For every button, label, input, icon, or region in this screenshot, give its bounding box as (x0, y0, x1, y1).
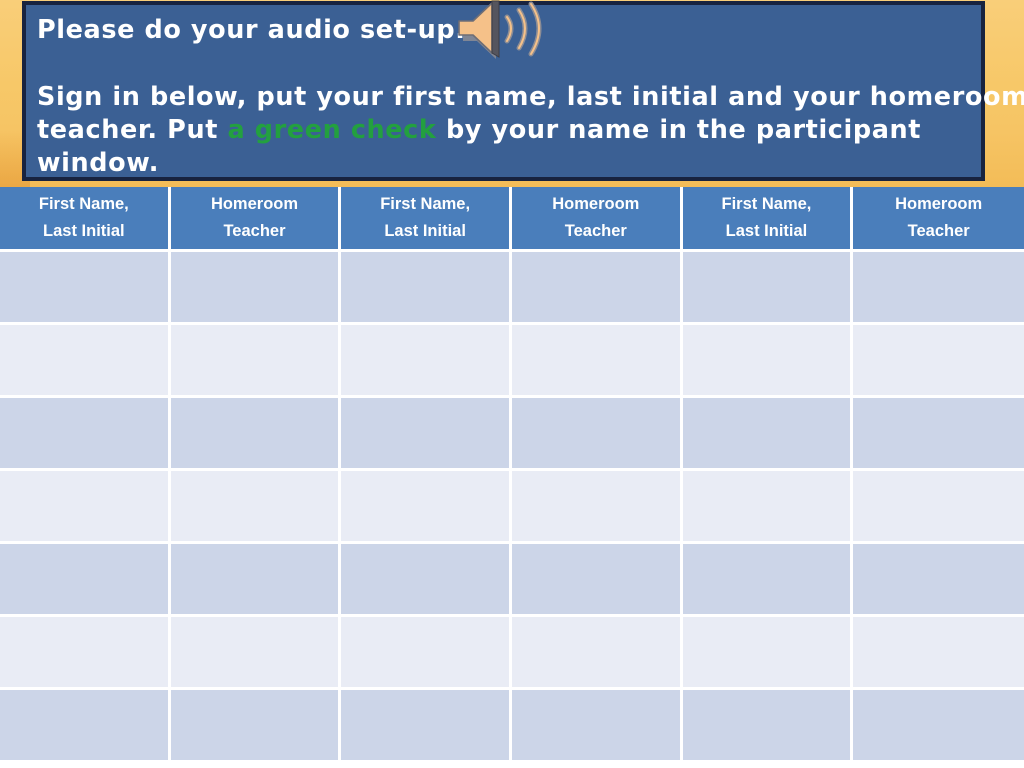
sign-in-cell[interactable] (341, 325, 512, 398)
sign-in-cell[interactable] (682, 617, 854, 690)
sign-in-cell[interactable] (682, 544, 854, 617)
sign-in-cell[interactable] (682, 252, 854, 325)
instruction-line-audio-setup: Please do your audio set-up. (37, 15, 466, 45)
table-row (0, 544, 1024, 617)
instruction-line-sign-in: Sign in below, put your first name, last… (37, 82, 1024, 112)
sign-in-cell[interactable] (853, 471, 1024, 544)
sign-in-cell[interactable] (853, 252, 1024, 325)
sign-in-cell[interactable] (341, 398, 512, 471)
column-header-first-name-1: First Name, Last Initial (0, 187, 171, 252)
sign-in-table-header: First Name, Last Initial Homeroom Teache… (0, 187, 1024, 252)
sign-in-cell[interactable] (853, 544, 1024, 617)
sign-in-cell[interactable] (853, 325, 1024, 398)
presentation-slide: Please do your audio set-up. Sign in bel… (0, 0, 1024, 768)
column-header-first-name-3: First Name, Last Initial (682, 187, 854, 252)
instruction-text-after-green: by your name in the participant (436, 115, 922, 145)
sign-in-cell[interactable] (170, 617, 342, 690)
sign-in-cell[interactable] (0, 398, 171, 471)
sign-in-cell[interactable] (0, 544, 171, 617)
sign-in-cell[interactable] (682, 325, 854, 398)
sign-in-cell[interactable] (170, 544, 342, 617)
sign-in-cell[interactable] (511, 617, 683, 690)
sign-in-cell[interactable] (682, 471, 854, 544)
sign-in-cell[interactable] (853, 617, 1024, 690)
sign-in-table: First Name, Last Initial Homeroom Teache… (0, 187, 1024, 763)
sign-in-cell[interactable] (170, 252, 342, 325)
sign-in-cell[interactable] (511, 252, 683, 325)
sign-in-cell[interactable] (511, 544, 683, 617)
sign-in-cell[interactable] (0, 252, 171, 325)
sign-in-cell[interactable] (0, 690, 171, 763)
table-row (0, 325, 1024, 398)
sign-in-cell[interactable] (170, 325, 342, 398)
instruction-text-before-green: teacher. Put (37, 115, 228, 145)
sign-in-cell[interactable] (682, 398, 854, 471)
sign-in-cell[interactable] (341, 544, 512, 617)
sign-in-cell[interactable] (341, 252, 512, 325)
table-row (0, 471, 1024, 544)
instruction-line-spacer (37, 47, 971, 81)
sign-in-cell[interactable] (853, 690, 1024, 763)
sign-in-cell[interactable] (341, 690, 512, 763)
sign-in-cell[interactable] (170, 398, 342, 471)
sign-in-cell[interactable] (0, 325, 171, 398)
table-row (0, 398, 1024, 471)
instruction-line-green-check: teacher. Put a green check by your name … (37, 114, 971, 147)
sign-in-cell[interactable] (170, 690, 342, 763)
sign-in-cell[interactable] (511, 471, 683, 544)
sign-in-cell[interactable] (511, 690, 683, 763)
sign-in-cell[interactable] (853, 398, 1024, 471)
column-header-homeroom-teacher-1: Homeroom Teacher (170, 187, 342, 252)
table-row (0, 617, 1024, 690)
sign-in-cell[interactable] (511, 398, 683, 471)
instruction-text-green-check: a green check (227, 115, 437, 145)
instruction-callout-content: Please do your audio set-up. Sign in bel… (26, 5, 1024, 178)
column-header-homeroom-teacher-3: Homeroom Teacher (853, 187, 1024, 252)
instruction-callout-box: Please do your audio set-up. Sign in bel… (22, 0, 1024, 181)
sign-in-cell[interactable] (511, 325, 683, 398)
sign-in-cell[interactable] (0, 471, 171, 544)
sign-in-cell[interactable] (170, 471, 342, 544)
instruction-line-window: window. (37, 148, 160, 178)
sign-in-cell[interactable] (341, 471, 512, 544)
column-header-homeroom-teacher-2: Homeroom Teacher (511, 187, 683, 252)
table-row (0, 690, 1024, 763)
sign-in-table-body (0, 252, 1024, 763)
sign-in-cell[interactable] (341, 617, 512, 690)
table-header-row: First Name, Last Initial Homeroom Teache… (0, 187, 1024, 252)
sign-in-cell[interactable] (682, 690, 854, 763)
column-header-first-name-2: First Name, Last Initial (341, 187, 512, 252)
sign-in-cell[interactable] (0, 617, 171, 690)
table-row (0, 252, 1024, 325)
